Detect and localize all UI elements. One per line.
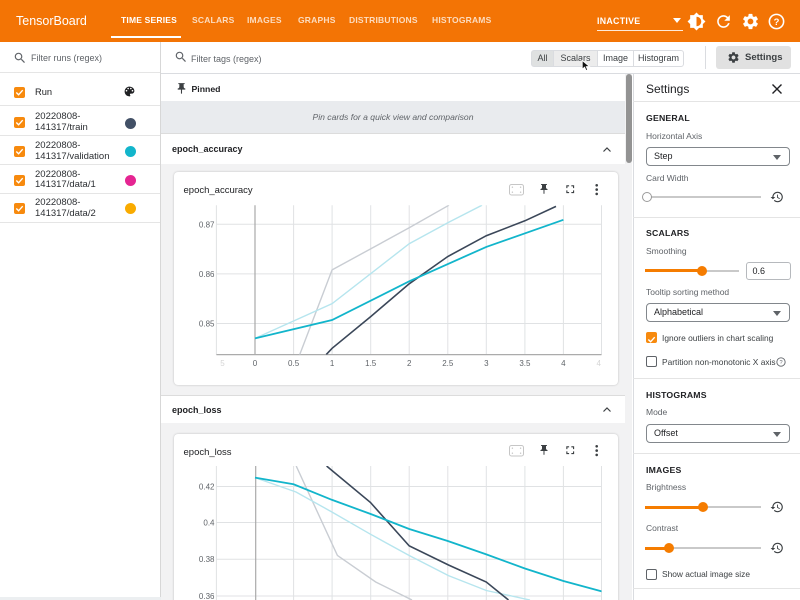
svg-text:?: ?: [774, 16, 780, 27]
svg-text:0.36: 0.36: [199, 592, 215, 600]
svg-text:0.87: 0.87: [199, 220, 215, 229]
svg-text:0.4: 0.4: [203, 519, 215, 528]
svg-text:0.5: 0.5: [288, 359, 300, 368]
svg-text:0: 0: [253, 359, 258, 368]
svg-text:?: ?: [779, 360, 782, 366]
svg-text:2.5: 2.5: [442, 359, 454, 368]
svg-text:1.5: 1.5: [365, 359, 377, 368]
svg-text:0.42: 0.42: [199, 483, 215, 492]
svg-text:5: 5: [220, 359, 225, 368]
svg-text:1: 1: [330, 359, 335, 368]
svg-text:0.85: 0.85: [199, 320, 215, 329]
svg-text:0.38: 0.38: [199, 555, 215, 564]
svg-text:3.5: 3.5: [519, 359, 531, 368]
svg-text:4: 4: [561, 359, 566, 368]
svg-text:2: 2: [407, 359, 412, 368]
svg-text:0.86: 0.86: [199, 270, 215, 279]
svg-text:3: 3: [484, 359, 489, 368]
svg-text:4: 4: [596, 359, 601, 368]
